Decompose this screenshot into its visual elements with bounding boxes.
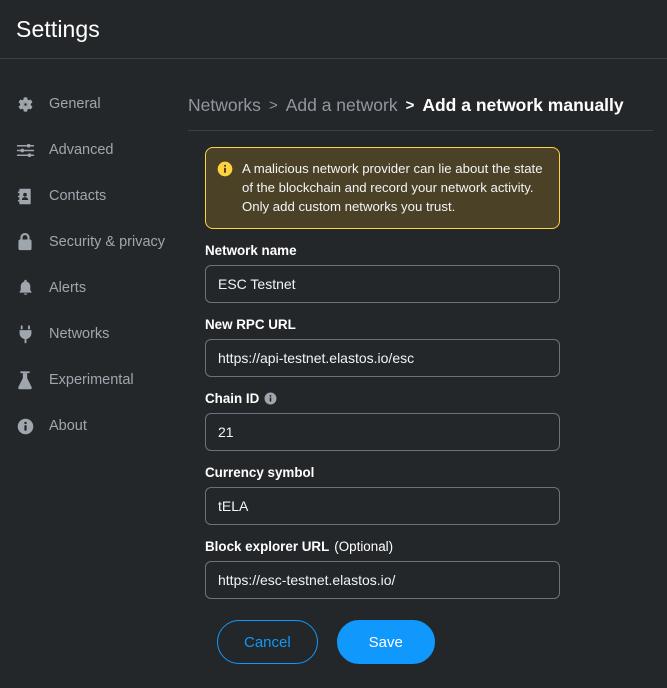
sidebar-item-label: Advanced — [49, 141, 114, 159]
chevron-right-icon: > — [406, 97, 415, 114]
form-actions: Cancel Save — [205, 599, 560, 664]
field-label: Block explorer URL (Optional) — [205, 539, 560, 554]
sliders-icon — [14, 139, 36, 161]
breadcrumb-divider — [188, 130, 653, 131]
currency-symbol-input[interactable] — [205, 487, 560, 525]
sidebar-item-label: Networks — [49, 325, 109, 343]
info-circle-icon — [14, 415, 36, 437]
sidebar-item-experimental[interactable]: Experimental — [0, 357, 188, 403]
field-label-text: Block explorer URL — [205, 539, 329, 554]
field-network-name: Network name — [205, 243, 560, 303]
sidebar-item-label: General — [49, 95, 101, 113]
field-label-text: New RPC URL — [205, 317, 296, 332]
sidebar: General Advanced — [0, 59, 188, 688]
sidebar-item-label: Alerts — [49, 279, 86, 297]
field-label: Currency symbol — [205, 465, 560, 480]
chevron-right-icon: > — [269, 97, 278, 114]
field-label: Network name — [205, 243, 560, 258]
plug-icon — [14, 323, 36, 345]
optional-tag: (Optional) — [334, 539, 393, 554]
sidebar-item-label: Security & privacy — [49, 233, 165, 251]
page-title: Settings — [16, 16, 100, 43]
address-book-icon — [14, 185, 36, 207]
flask-icon — [14, 369, 36, 391]
malicious-network-warning-banner: A malicious network provider can lie abo… — [205, 147, 560, 229]
sidebar-item-label: About — [49, 417, 87, 435]
sidebar-item-alerts[interactable]: Alerts — [0, 265, 188, 311]
gear-icon — [14, 93, 36, 115]
window-header: Settings — [0, 0, 667, 59]
sidebar-item-security-privacy[interactable]: Security & privacy — [0, 219, 188, 265]
sidebar-item-label: Contacts — [49, 187, 106, 205]
cancel-button[interactable]: Cancel — [217, 620, 318, 664]
content-pane: Networks > Add a network > Add a network… — [188, 59, 667, 688]
breadcrumb-item-current: Add a network manually — [422, 95, 623, 116]
info-circle-filled-icon — [217, 161, 233, 177]
field-label: New RPC URL — [205, 317, 560, 332]
network-name-input[interactable] — [205, 265, 560, 303]
block-explorer-url-input[interactable] — [205, 561, 560, 599]
sidebar-item-label: Experimental — [49, 371, 134, 389]
sidebar-item-general[interactable]: General — [0, 81, 188, 127]
sidebar-item-advanced[interactable]: Advanced — [0, 127, 188, 173]
breadcrumb-item-add-a-network[interactable]: Add a network — [286, 95, 398, 116]
window-body: General Advanced — [0, 59, 667, 688]
warning-text: A malicious network provider can lie abo… — [242, 159, 547, 216]
field-label: Chain ID — [205, 391, 560, 406]
new-rpc-url-input[interactable] — [205, 339, 560, 377]
field-block-explorer-url: Block explorer URL (Optional) — [205, 539, 560, 599]
sidebar-item-contacts[interactable]: Contacts — [0, 173, 188, 219]
chain-id-info-icon[interactable] — [264, 392, 277, 405]
bell-icon — [14, 277, 36, 299]
field-label-text: Chain ID — [205, 391, 259, 406]
save-button[interactable]: Save — [337, 620, 435, 664]
field-new-rpc-url: New RPC URL — [205, 317, 560, 377]
field-label-text: Network name — [205, 243, 297, 258]
settings-window: Settings General — [0, 0, 667, 688]
add-network-form: Network name New RPC URL Chain ID — [188, 243, 653, 664]
field-label-text: Currency symbol — [205, 465, 314, 480]
sidebar-item-about[interactable]: About — [0, 403, 188, 449]
field-currency-symbol: Currency symbol — [205, 465, 560, 525]
field-chain-id: Chain ID — [205, 391, 560, 451]
sidebar-item-networks[interactable]: Networks — [0, 311, 188, 357]
breadcrumb: Networks > Add a network > Add a network… — [188, 59, 653, 130]
lock-icon — [14, 231, 36, 253]
breadcrumb-item-networks[interactable]: Networks — [188, 95, 261, 116]
chain-id-input[interactable] — [205, 413, 560, 451]
